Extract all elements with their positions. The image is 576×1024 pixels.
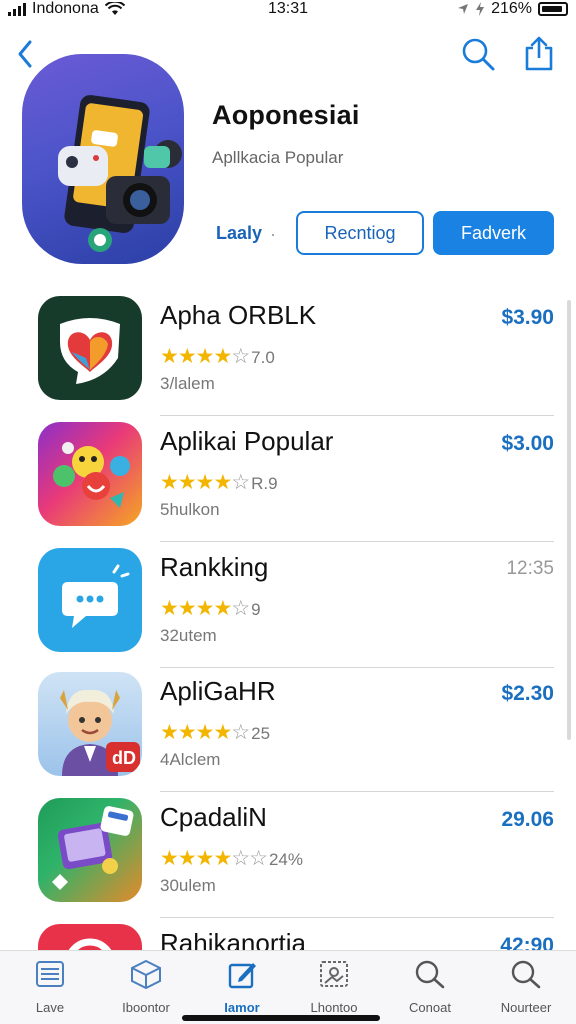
app-subtitle: 4Alclem [160, 750, 221, 769]
list-item[interactable]: Aplikai Popular ★★★★☆ R.9 5hulkon $3.00 [0, 418, 576, 542]
divider [160, 791, 554, 792]
battery-icon [538, 2, 568, 16]
tab-lave[interactable]: Lave [2, 959, 98, 1019]
tab-conoat[interactable]: Conoat [382, 959, 478, 1019]
list-item[interactable]: dD ApliGaHR ★★★★☆ 25 4Alclem $2.30 [0, 668, 576, 792]
edit-icon [228, 963, 256, 989]
back-chevron-icon[interactable] [12, 36, 40, 72]
list-item[interactable]: Rankking ★★★★☆ 9 32utem 12:35 [0, 544, 576, 668]
app-subtitle: 32utem [160, 626, 217, 645]
star-rating: ★★★★☆ 7.0 [160, 345, 275, 368]
search-icon [415, 960, 445, 989]
image-frame-icon [320, 961, 348, 987]
app-name: Apha ORBLK [160, 300, 317, 330]
svg-text:dD: dD [112, 748, 136, 768]
price-label[interactable]: 12:35 [506, 558, 554, 580]
price-label[interactable]: $3.00 [501, 432, 554, 456]
tab-iamor[interactable]: Iamor [194, 959, 290, 1019]
rating-value: 24% [268, 850, 303, 869]
tab-label: Conoat [409, 1000, 451, 1015]
charging-icon [476, 2, 485, 16]
list-item[interactable]: Apha ORBLK ★★★★☆ 7.0 3/lalem $3.90 [0, 292, 576, 416]
app-name: Aplikai Popular [160, 426, 334, 456]
primary-action-button[interactable]: Fadverk [433, 211, 554, 255]
rating-value: R.9 [251, 474, 278, 493]
status-bar: Indonona 13:31 216% [0, 0, 576, 24]
rating-value: 9 [251, 600, 261, 619]
page-title: Aoponesiai [212, 100, 360, 130]
app-name: ApliGaHR [160, 676, 276, 706]
avatar-character-icon: dD [38, 672, 142, 776]
divider [160, 415, 554, 416]
price-label[interactable]: $3.90 [501, 306, 554, 330]
filter-label[interactable]: Laaly [216, 223, 262, 244]
app-name: Rankking [160, 552, 269, 582]
secondary-action-button[interactable]: Recntiog [296, 211, 424, 255]
rating-value: 25 [251, 724, 271, 743]
tab-label: Lave [35, 1000, 65, 1015]
tab-iboontor[interactable]: Iboontor [98, 959, 194, 1019]
cube-icon [131, 959, 161, 990]
share-icon[interactable] [522, 34, 556, 72]
scrollbar[interactable] [567, 300, 571, 740]
page-subtitle: Apllkacia Popular [212, 148, 344, 167]
star-rating: ★★★★☆ 25 [160, 721, 271, 744]
tab-nourteer[interactable]: Nourteer [478, 959, 574, 1019]
list-item[interactable]: CpadaliN ★★★★☆☆ 24% 30ulem 29.06 [0, 794, 576, 918]
search-icon [511, 960, 541, 989]
battery-percent: 216% [491, 0, 532, 17]
app-subtitle: 3/lalem [160, 374, 215, 393]
price-label[interactable]: $2.30 [501, 682, 554, 706]
featured-app-icon[interactable] [22, 54, 184, 264]
tab-bar: Lave Iboontor Iamor Lhontoo Conoat Nourt… [0, 950, 576, 1024]
divider [160, 917, 554, 918]
app-subtitle: 5hulkon [160, 500, 220, 519]
game-tablet-icon [38, 798, 142, 902]
heart-shield-icon [38, 296, 142, 400]
filter-separator: · [270, 224, 276, 244]
rating-value: 7.0 [251, 348, 275, 367]
emoji-burst-icon [38, 422, 142, 526]
tab-label: Iboontor [122, 1000, 170, 1015]
tab-label: Lhontoo [310, 1000, 358, 1015]
star-rating: ★★★★☆☆ 24% [160, 847, 303, 870]
star-rating: ★★★★☆ 9 [160, 597, 261, 620]
price-label[interactable]: 29.06 [501, 808, 554, 832]
tab-label: Nourteer [500, 1000, 552, 1015]
list-icon [36, 961, 64, 987]
app-name: CpadaliN [160, 802, 267, 832]
search-icon[interactable] [460, 36, 496, 72]
chat-bubble-icon [38, 548, 142, 652]
location-icon [458, 4, 469, 14]
app-subtitle: 30ulem [160, 876, 216, 895]
divider [160, 541, 554, 542]
tab-label: Iamor [224, 1000, 260, 1015]
home-indicator [182, 1015, 380, 1021]
tab-lhontoo[interactable]: Lhontoo [286, 959, 382, 1019]
star-rating: ★★★★☆ R.9 [160, 471, 278, 494]
